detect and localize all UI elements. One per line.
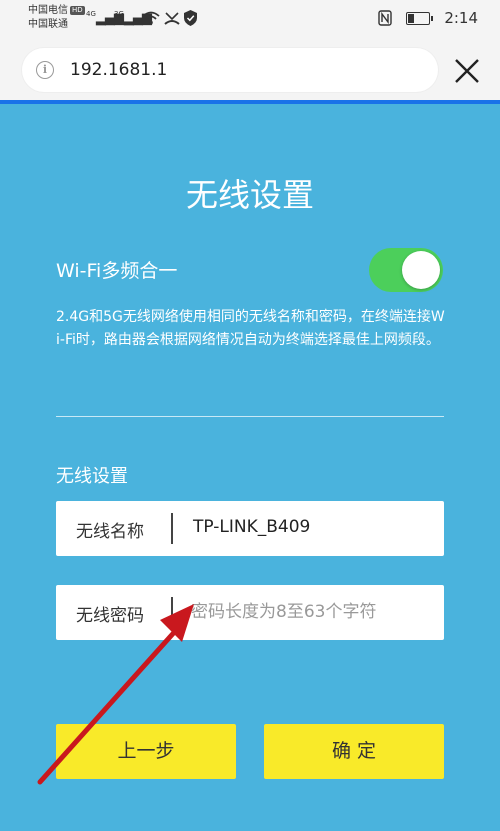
annotation-arrow-icon — [37, 604, 194, 785]
